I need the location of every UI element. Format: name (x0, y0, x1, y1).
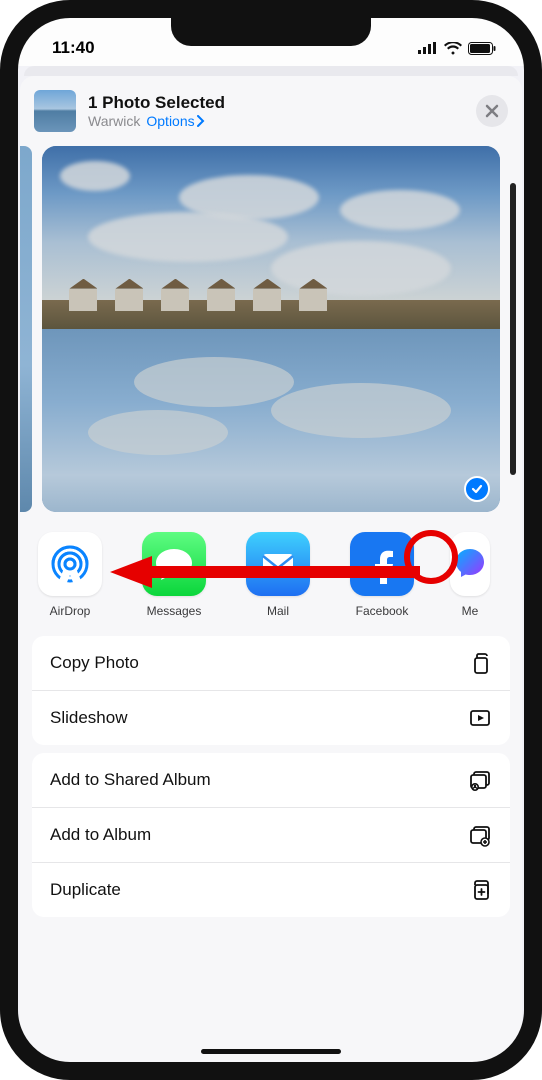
wifi-icon (444, 42, 462, 55)
actions-group-1: Copy Photo Slideshow (32, 636, 510, 745)
share-apps-row[interactable]: AirDrop Messages Mail Facebook (20, 526, 522, 628)
options-button[interactable]: Options (146, 113, 204, 129)
airdrop-button[interactable]: AirDrop (34, 532, 106, 618)
close-button[interactable] (476, 95, 508, 127)
messages-label: Messages (147, 604, 202, 618)
copy-photo-button[interactable]: Copy Photo (32, 636, 510, 691)
messenger-label: Me (462, 604, 479, 618)
play-rect-icon (468, 706, 492, 730)
selection-checkmark-icon (464, 476, 490, 502)
chevron-right-icon (197, 115, 205, 127)
actions-group-2: Add to Shared Album Add to Album Duplica… (32, 753, 510, 917)
duplicate-button[interactable]: Duplicate (32, 863, 510, 917)
photo-thumbnail (34, 90, 76, 132)
location-label: Warwick (88, 113, 140, 129)
facebook-button[interactable]: Facebook (346, 532, 418, 618)
status-time: 11:40 (52, 38, 95, 58)
messages-icon (142, 532, 206, 596)
facebook-label: Facebook (356, 604, 409, 618)
facebook-icon (350, 532, 414, 596)
share-sheet: 1 Photo Selected Warwick Options (20, 76, 522, 1062)
selection-title: 1 Photo Selected (88, 93, 464, 113)
battery-icon (468, 42, 496, 55)
previous-photo-peek[interactable] (20, 146, 32, 512)
messages-button[interactable]: Messages (138, 532, 210, 618)
airdrop-label: AirDrop (50, 604, 91, 618)
add-album-button[interactable]: Add to Album (32, 808, 510, 863)
mail-icon (246, 532, 310, 596)
duplicate-icon (468, 878, 492, 902)
add-shared-album-button[interactable]: Add to Shared Album (32, 753, 510, 808)
add-album-label: Add to Album (50, 825, 151, 845)
cellular-icon (418, 42, 438, 54)
photo-preview-row[interactable] (20, 142, 522, 526)
messenger-icon (450, 532, 490, 596)
shared-album-icon (468, 768, 492, 792)
screen: 11:40 1 Photo Selected Warwick Options (18, 18, 524, 1062)
options-label: Options (146, 113, 194, 129)
copy-icon (468, 651, 492, 675)
selected-photo-preview[interactable] (42, 146, 500, 512)
add-shared-album-label: Add to Shared Album (50, 770, 211, 790)
mail-label: Mail (267, 604, 289, 618)
mail-button[interactable]: Mail (242, 532, 314, 618)
next-photo-peek[interactable] (510, 183, 516, 476)
status-bar: 11:40 (18, 18, 524, 66)
header-text: 1 Photo Selected Warwick Options (88, 93, 464, 129)
status-indicators (418, 42, 496, 55)
copy-photo-label: Copy Photo (50, 653, 139, 673)
slideshow-button[interactable]: Slideshow (32, 691, 510, 745)
share-header: 1 Photo Selected Warwick Options (20, 78, 522, 142)
messenger-button[interactable]: Me (450, 532, 490, 618)
sheet-backdrop (24, 66, 518, 76)
home-indicator[interactable] (201, 1049, 341, 1054)
airdrop-icon (38, 532, 102, 596)
slideshow-label: Slideshow (50, 708, 128, 728)
duplicate-label: Duplicate (50, 880, 121, 900)
close-icon (485, 104, 499, 118)
add-album-icon (468, 823, 492, 847)
